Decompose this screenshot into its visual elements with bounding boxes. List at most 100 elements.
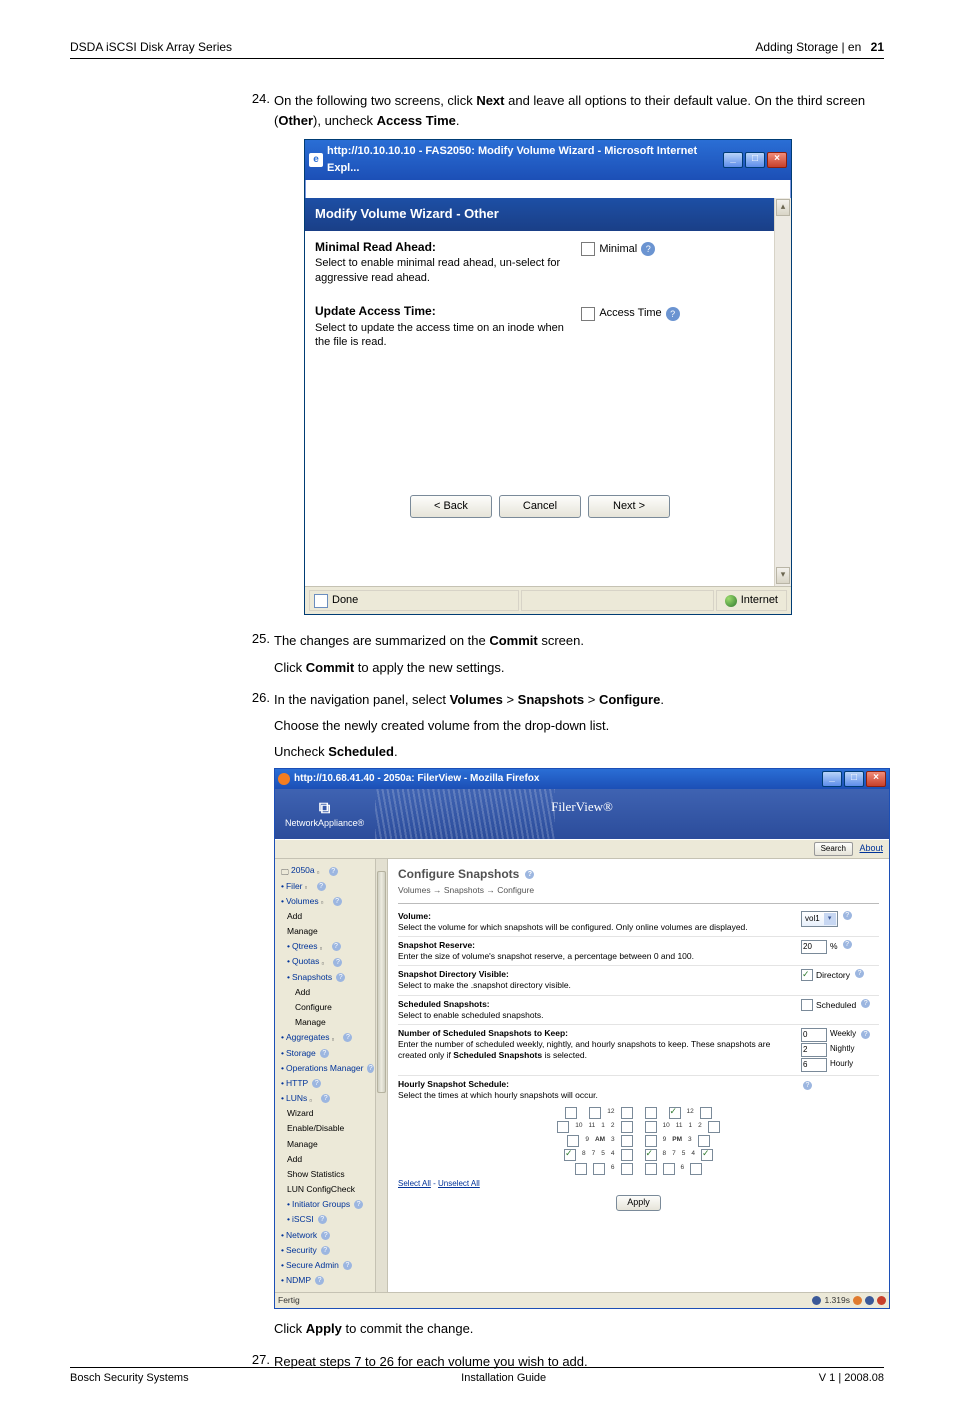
hour-checkbox[interactable]	[621, 1135, 633, 1147]
hour-checkbox[interactable]	[645, 1135, 657, 1147]
reserve-input[interactable]: 20	[801, 940, 827, 954]
field-label: Volume:	[398, 911, 801, 922]
nav-snapshots[interactable]: • Snapshots ?	[279, 970, 374, 985]
hour-checkbox[interactable]	[557, 1121, 569, 1133]
hourly-grid: 12 12 101112 101112	[489, 1107, 789, 1175]
hour-checkbox[interactable]	[621, 1149, 633, 1161]
minimal-checkbox[interactable]	[581, 242, 595, 256]
directory-checkbox[interactable]	[801, 969, 813, 981]
hour-checkbox[interactable]	[645, 1163, 657, 1175]
window-close-button[interactable]: ×	[866, 771, 886, 787]
step-number: 25.	[240, 631, 274, 683]
nav-luns-manage[interactable]: Manage	[279, 1137, 374, 1152]
nav-security[interactable]: • Security ?	[279, 1243, 374, 1258]
nav-snap-configure[interactable]: Configure	[279, 1000, 374, 1015]
cancel-button[interactable]: Cancel	[499, 495, 581, 518]
checkbox-label: Minimal	[599, 241, 637, 258]
content-heading: Configure Snapshots ?	[398, 865, 879, 884]
back-button[interactable]: < Back	[410, 495, 492, 518]
nav-volumes-manage[interactable]: Manage	[279, 924, 374, 939]
help-icon[interactable]: ?	[641, 242, 655, 256]
select-all-link[interactable]: Select All	[398, 1179, 431, 1188]
nav-scrollbar[interactable]	[375, 859, 387, 1292]
about-link[interactable]: About	[859, 843, 883, 853]
nav-luns-enable[interactable]: Enable/Disable	[279, 1121, 374, 1136]
help-icon[interactable]: ?	[525, 870, 534, 879]
hour-checkbox[interactable]	[567, 1135, 579, 1147]
nav-root[interactable]: 🖵2050a▫?	[279, 863, 374, 878]
hour-checkbox[interactable]	[663, 1163, 675, 1175]
hour-checkbox[interactable]	[593, 1163, 605, 1175]
hour-checkbox[interactable]	[589, 1107, 601, 1119]
window-maximize-button[interactable]: □	[745, 152, 765, 168]
search-button[interactable]: Search	[814, 842, 853, 856]
label: Hourly	[830, 1058, 853, 1070]
scheduled-checkbox[interactable]	[801, 999, 813, 1011]
window-title: http://10.10.10.10 - FAS2050: Modify Vol…	[327, 143, 723, 177]
hour-checkbox[interactable]	[701, 1149, 713, 1161]
hour-checkbox[interactable]	[645, 1107, 657, 1119]
hour-checkbox[interactable]	[565, 1107, 577, 1119]
window-minimize-button[interactable]: _	[723, 152, 743, 168]
help-icon[interactable]: ?	[843, 940, 852, 949]
window-maximize-button[interactable]: □	[844, 771, 864, 787]
help-icon[interactable]: ?	[855, 969, 864, 978]
nav-quotas[interactable]: • Quotas ▫?	[279, 954, 374, 969]
hour-checkbox[interactable]	[669, 1107, 681, 1119]
nav-initiator-groups[interactable]: • Initiator Groups ?	[279, 1197, 374, 1212]
help-icon[interactable]: ?	[861, 999, 870, 1008]
globe-icon	[725, 595, 737, 607]
hourly-input[interactable]: 6	[801, 1058, 827, 1072]
nav-ndmp[interactable]: • NDMP ?	[279, 1273, 374, 1288]
nav-luns[interactable]: • LUNs ▫?	[279, 1091, 374, 1106]
status-dot-icon	[812, 1296, 821, 1305]
section-title: Adding Storage | en	[755, 40, 861, 54]
help-icon[interactable]: ?	[666, 307, 680, 321]
nav-iscsi[interactable]: • iSCSI ?	[279, 1212, 374, 1227]
hour-checkbox[interactable]	[708, 1121, 720, 1133]
volume-select[interactable]: vol1▾	[801, 911, 838, 927]
nav-luns-wizard[interactable]: Wizard	[279, 1106, 374, 1121]
nav-qtrees[interactable]: • Qtrees ▫?	[279, 939, 374, 954]
help-icon[interactable]: ?	[843, 911, 852, 920]
apply-button[interactable]: Apply	[616, 1195, 661, 1211]
nav-ops-manager[interactable]: • Operations Manager ?	[279, 1061, 374, 1076]
nav-volumes-add[interactable]: Add	[279, 909, 374, 924]
nav-aggregates[interactable]: • Aggregates ▫?	[279, 1030, 374, 1045]
next-button[interactable]: Next >	[588, 495, 670, 518]
scroll-down-icon[interactable]: ▾	[776, 567, 790, 584]
hour-checkbox[interactable]	[564, 1149, 576, 1161]
banner-decoration	[375, 789, 555, 839]
firefox-icon	[278, 773, 290, 785]
nav-luns-configcheck[interactable]: LUN ConfigCheck	[279, 1182, 374, 1197]
hour-checkbox[interactable]	[645, 1149, 657, 1161]
help-icon[interactable]: ?	[861, 1030, 870, 1039]
window-close-button[interactable]: ×	[767, 152, 787, 168]
hour-checkbox[interactable]	[575, 1163, 587, 1175]
scroll-up-icon[interactable]: ▴	[776, 199, 790, 216]
nav-network[interactable]: • Network ?	[279, 1228, 374, 1243]
access-time-checkbox[interactable]	[581, 307, 595, 321]
hour-checkbox[interactable]	[621, 1163, 633, 1175]
hour-checkbox[interactable]	[645, 1121, 657, 1133]
unselect-all-link[interactable]: Unselect All	[438, 1179, 480, 1188]
nav-luns-stats[interactable]: Show Statistics	[279, 1167, 374, 1182]
nav-luns-add[interactable]: Add	[279, 1152, 374, 1167]
nav-snap-manage[interactable]: Manage	[279, 1015, 374, 1030]
nav-filer[interactable]: • Filer ▫?	[279, 879, 374, 894]
nav-storage[interactable]: • Storage ?	[279, 1046, 374, 1061]
nav-volumes[interactable]: • Volumes ▫?	[279, 894, 374, 909]
nightly-input[interactable]: 2	[801, 1043, 827, 1057]
hour-checkbox[interactable]	[700, 1107, 712, 1119]
hour-checkbox[interactable]	[690, 1163, 702, 1175]
weekly-input[interactable]: 0	[801, 1028, 827, 1042]
nav-http[interactable]: • HTTP ?	[279, 1076, 374, 1091]
hour-checkbox[interactable]	[621, 1121, 633, 1133]
nav-snap-add[interactable]: Add	[279, 985, 374, 1000]
nav-secure-admin[interactable]: • Secure Admin ?	[279, 1258, 374, 1273]
hour-checkbox[interactable]	[698, 1135, 710, 1147]
window-minimize-button[interactable]: _	[822, 771, 842, 787]
hour-checkbox[interactable]	[621, 1107, 633, 1119]
scrollbar[interactable]: ▴ ▾	[774, 198, 791, 586]
help-icon[interactable]: ?	[803, 1081, 812, 1090]
